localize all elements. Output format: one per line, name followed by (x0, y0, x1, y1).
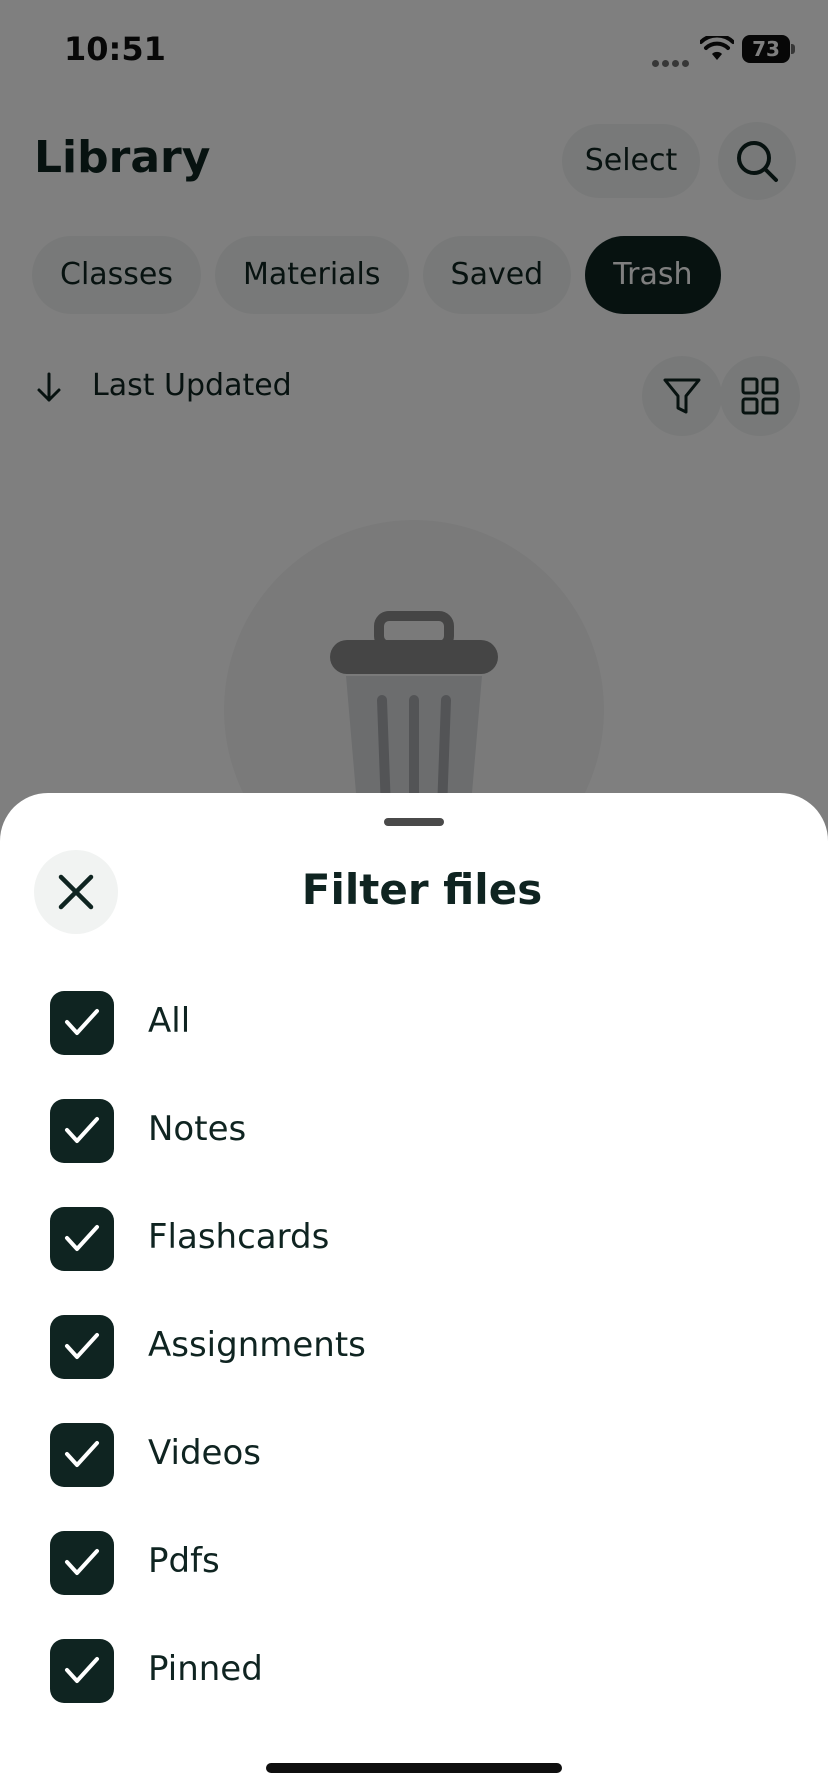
checkbox[interactable] (50, 991, 114, 1055)
checkmark-icon (65, 1009, 99, 1035)
checkbox[interactable] (50, 1531, 114, 1595)
filter-option-notes[interactable]: Notes (50, 1099, 790, 1207)
checkbox[interactable] (50, 1099, 114, 1163)
checkbox[interactable] (50, 1207, 114, 1271)
option-label: Notes (148, 1109, 247, 1149)
checkmark-icon (65, 1441, 99, 1467)
option-label: Pinned (148, 1649, 263, 1689)
checkbox[interactable] (50, 1423, 114, 1487)
checkmark-icon (65, 1225, 99, 1251)
home-indicator[interactable] (266, 1763, 562, 1773)
filter-options: All Notes Flashcards Assignments Videos … (50, 991, 790, 1747)
filter-sheet: Filter files All Notes Flashcards Assign… (0, 793, 828, 1792)
filter-option-pdfs[interactable]: Pdfs (50, 1531, 790, 1639)
checkmark-icon (65, 1657, 99, 1683)
option-label: All (148, 1001, 191, 1041)
checkmark-icon (65, 1333, 99, 1359)
filter-option-assignments[interactable]: Assignments (50, 1315, 790, 1423)
sheet-grabber[interactable] (384, 818, 444, 826)
option-label: Flashcards (148, 1217, 330, 1257)
checkmark-icon (65, 1117, 99, 1143)
checkbox[interactable] (50, 1315, 114, 1379)
sheet-title: Filter files (301, 865, 543, 914)
option-label: Videos (148, 1433, 261, 1473)
filter-option-flashcards[interactable]: Flashcards (50, 1207, 790, 1315)
filter-option-all[interactable]: All (50, 991, 790, 1099)
filter-option-videos[interactable]: Videos (50, 1423, 790, 1531)
filter-option-pinned[interactable]: Pinned (50, 1639, 790, 1747)
option-label: Pdfs (148, 1541, 220, 1581)
screen: 10:51 73 Library Select Classes Material… (0, 0, 828, 1792)
option-label: Assignments (148, 1325, 366, 1365)
checkmark-icon (65, 1549, 99, 1575)
checkbox[interactable] (50, 1639, 114, 1703)
